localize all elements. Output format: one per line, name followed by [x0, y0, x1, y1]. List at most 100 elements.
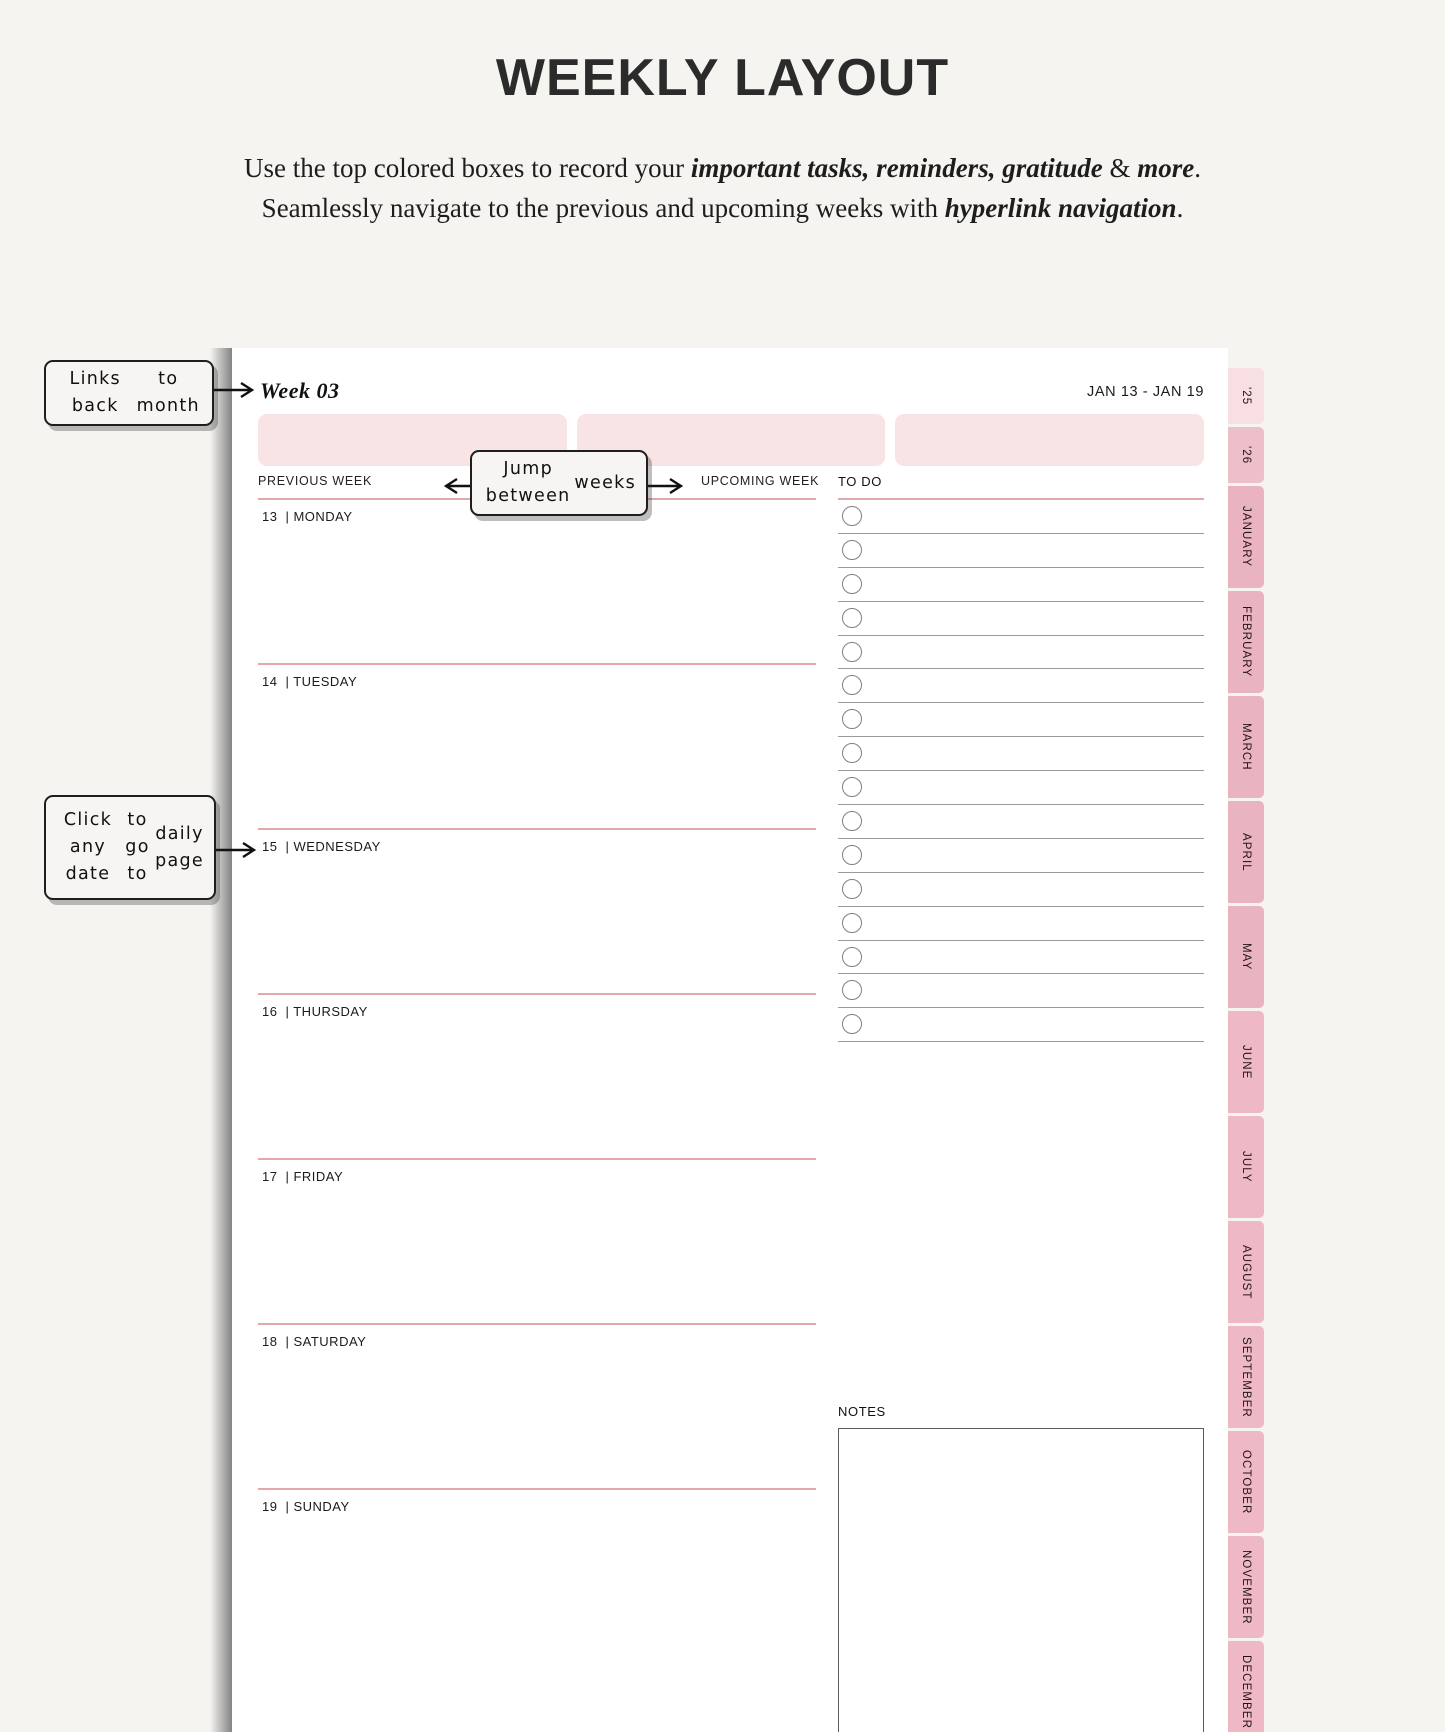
month-tab-february[interactable]: FEBRUARY [1228, 591, 1264, 693]
month-tab-label: NOVEMBER [1240, 1549, 1252, 1625]
todo-item[interactable] [838, 873, 1204, 907]
todo-item[interactable] [838, 703, 1204, 738]
day-date-link[interactable]: 16 | THURSDAY [258, 995, 816, 1019]
month-tab-january[interactable]: JANUARY [1228, 486, 1264, 588]
todo-item[interactable] [838, 974, 1204, 1009]
top-box-3[interactable] [895, 414, 1205, 466]
promo-l1-c: . [1194, 153, 1201, 183]
day-number: 15 [262, 839, 278, 854]
callout-line: to month [136, 369, 200, 416]
day-date-link[interactable]: 15 | WEDNESDAY [258, 830, 816, 854]
day-row: 18 | SATURDAY [258, 1323, 816, 1488]
month-tab-label: JANUARY [1240, 506, 1252, 568]
checkbox-circle-icon[interactable] [842, 675, 862, 696]
checkbox-circle-icon[interactable] [842, 777, 862, 798]
day-date-link[interactable]: 18 | SATURDAY [258, 1325, 816, 1349]
todo-item[interactable] [838, 771, 1204, 806]
month-tab-december[interactable]: DECEMBER [1228, 1641, 1264, 1732]
todo-item[interactable] [838, 839, 1204, 873]
month-tab-august[interactable]: AUGUST [1228, 1221, 1264, 1323]
month-tab-label: MARCH [1240, 723, 1252, 771]
day-date-link[interactable]: 19 | SUNDAY [258, 1490, 816, 1514]
todo-item[interactable] [838, 907, 1204, 941]
previous-week-link[interactable]: PREVIOUS WEEK [258, 474, 372, 488]
checkbox-circle-icon[interactable] [842, 980, 862, 1001]
day-writing-area[interactable] [258, 1514, 816, 1653]
page-spine-shadow [210, 348, 234, 1732]
month-tab-label: '25 [1240, 386, 1252, 406]
day-writing-area[interactable] [258, 1349, 816, 1488]
top-colored-boxes [258, 414, 1205, 466]
todo-item[interactable] [838, 669, 1204, 704]
callout-line: daily page [155, 823, 205, 871]
month-tab-label: AUGUST [1240, 1244, 1252, 1300]
checkbox-circle-icon[interactable] [842, 607, 862, 628]
todo-item[interactable] [838, 500, 1204, 534]
promo-l2-a: Seamlessly navigate to the previous and … [261, 193, 945, 223]
month-tab-june[interactable]: JUNE [1228, 1011, 1264, 1113]
day-number: 16 [262, 1004, 278, 1019]
checkbox-circle-icon[interactable] [842, 743, 862, 764]
checkbox-circle-icon[interactable] [842, 811, 862, 832]
todo-item[interactable] [838, 568, 1204, 602]
checkbox-circle-icon[interactable] [842, 844, 862, 865]
todo-item[interactable] [838, 1008, 1204, 1043]
checkbox-circle-icon[interactable] [842, 1014, 862, 1035]
day-row: 19 | SUNDAY [258, 1488, 816, 1653]
day-row: 15 | WEDNESDAY [258, 828, 816, 993]
day-writing-area[interactable] [258, 524, 816, 663]
callout-line: Links back [69, 369, 121, 416]
month-tab-26[interactable]: '26 [1228, 427, 1264, 483]
checkbox-circle-icon[interactable] [842, 506, 862, 526]
month-tab-label: APRIL [1240, 832, 1252, 872]
day-writing-area[interactable] [258, 854, 816, 993]
day-writing-area[interactable] [258, 689, 816, 828]
todo-item[interactable] [838, 636, 1204, 670]
month-tab-october[interactable]: OCTOBER [1228, 1431, 1264, 1533]
month-tab-label: '26 [1240, 445, 1252, 465]
todo-item[interactable] [838, 941, 1204, 975]
week-title-link[interactable]: Week 03 [260, 378, 339, 404]
callout-line: weeks [574, 472, 636, 493]
checkbox-circle-icon[interactable] [842, 946, 862, 967]
promo-l1-b: & [1102, 153, 1138, 183]
page-title: WEEKLY LAYOUT [495, 49, 950, 107]
month-tab-25[interactable]: '25 [1228, 368, 1264, 424]
day-rows: 13 | MONDAY 14 | TUESDAY 15 | WEDNESDAY 16 | TH… [258, 498, 816, 1653]
day-row: 17 | FRIDAY [258, 1158, 816, 1323]
checkbox-circle-icon[interactable] [842, 641, 862, 662]
month-tab-strip: '25 '26 JANUARY FEBRUARY MARCH APRIL MAY JUNE JU… [1228, 368, 1268, 1732]
upcoming-week-link[interactable]: UPCOMING WEEK [701, 474, 819, 488]
day-row: 13 | MONDAY [258, 498, 816, 663]
day-row: 14 | TUESDAY [258, 663, 816, 828]
notes-box[interactable] [838, 1428, 1204, 1732]
day-date-link[interactable]: 14 | TUESDAY [258, 665, 816, 689]
checkbox-circle-icon[interactable] [842, 709, 862, 730]
todo-header: TO DO [838, 474, 882, 489]
promo-l1-a: Use the top colored boxes to record your [244, 153, 691, 183]
week-nav-row: PREVIOUS WEEK UPCOMING WEEK TO DO [258, 474, 1204, 494]
todo-item[interactable] [838, 737, 1204, 772]
month-tab-april[interactable]: APRIL [1228, 801, 1264, 903]
month-tab-label: JULY [1240, 1151, 1252, 1183]
callout-links-back-to-month: Links back to month [44, 360, 214, 426]
month-tab-july[interactable]: JULY [1228, 1116, 1264, 1218]
todo-item[interactable] [838, 534, 1204, 568]
weekly-planner-page: Week 03 JAN 13 - JAN 19 PREVIOUS WEEK UP… [232, 348, 1228, 1732]
day-writing-area[interactable] [258, 1019, 816, 1158]
checkbox-circle-icon[interactable] [842, 878, 862, 899]
checkbox-circle-icon[interactable] [842, 573, 862, 594]
todo-item[interactable] [838, 602, 1204, 636]
day-name: MONDAY [293, 509, 353, 524]
week-date-range: JAN 13 - JAN 19 [1087, 384, 1204, 400]
month-tab-march[interactable]: MARCH [1228, 696, 1264, 798]
month-tab-may[interactable]: MAY [1228, 906, 1264, 1008]
day-writing-area[interactable] [258, 1184, 816, 1323]
checkbox-circle-icon[interactable] [842, 912, 862, 933]
month-tab-september[interactable]: SEPTEMBER [1228, 1326, 1264, 1428]
month-tab-november[interactable]: NOVEMBER [1228, 1536, 1264, 1638]
todo-item[interactable] [838, 805, 1204, 839]
checkbox-circle-icon[interactable] [842, 539, 862, 560]
day-date-link[interactable]: 17 | FRIDAY [258, 1160, 816, 1184]
arrow-jump-upcoming [643, 474, 683, 498]
